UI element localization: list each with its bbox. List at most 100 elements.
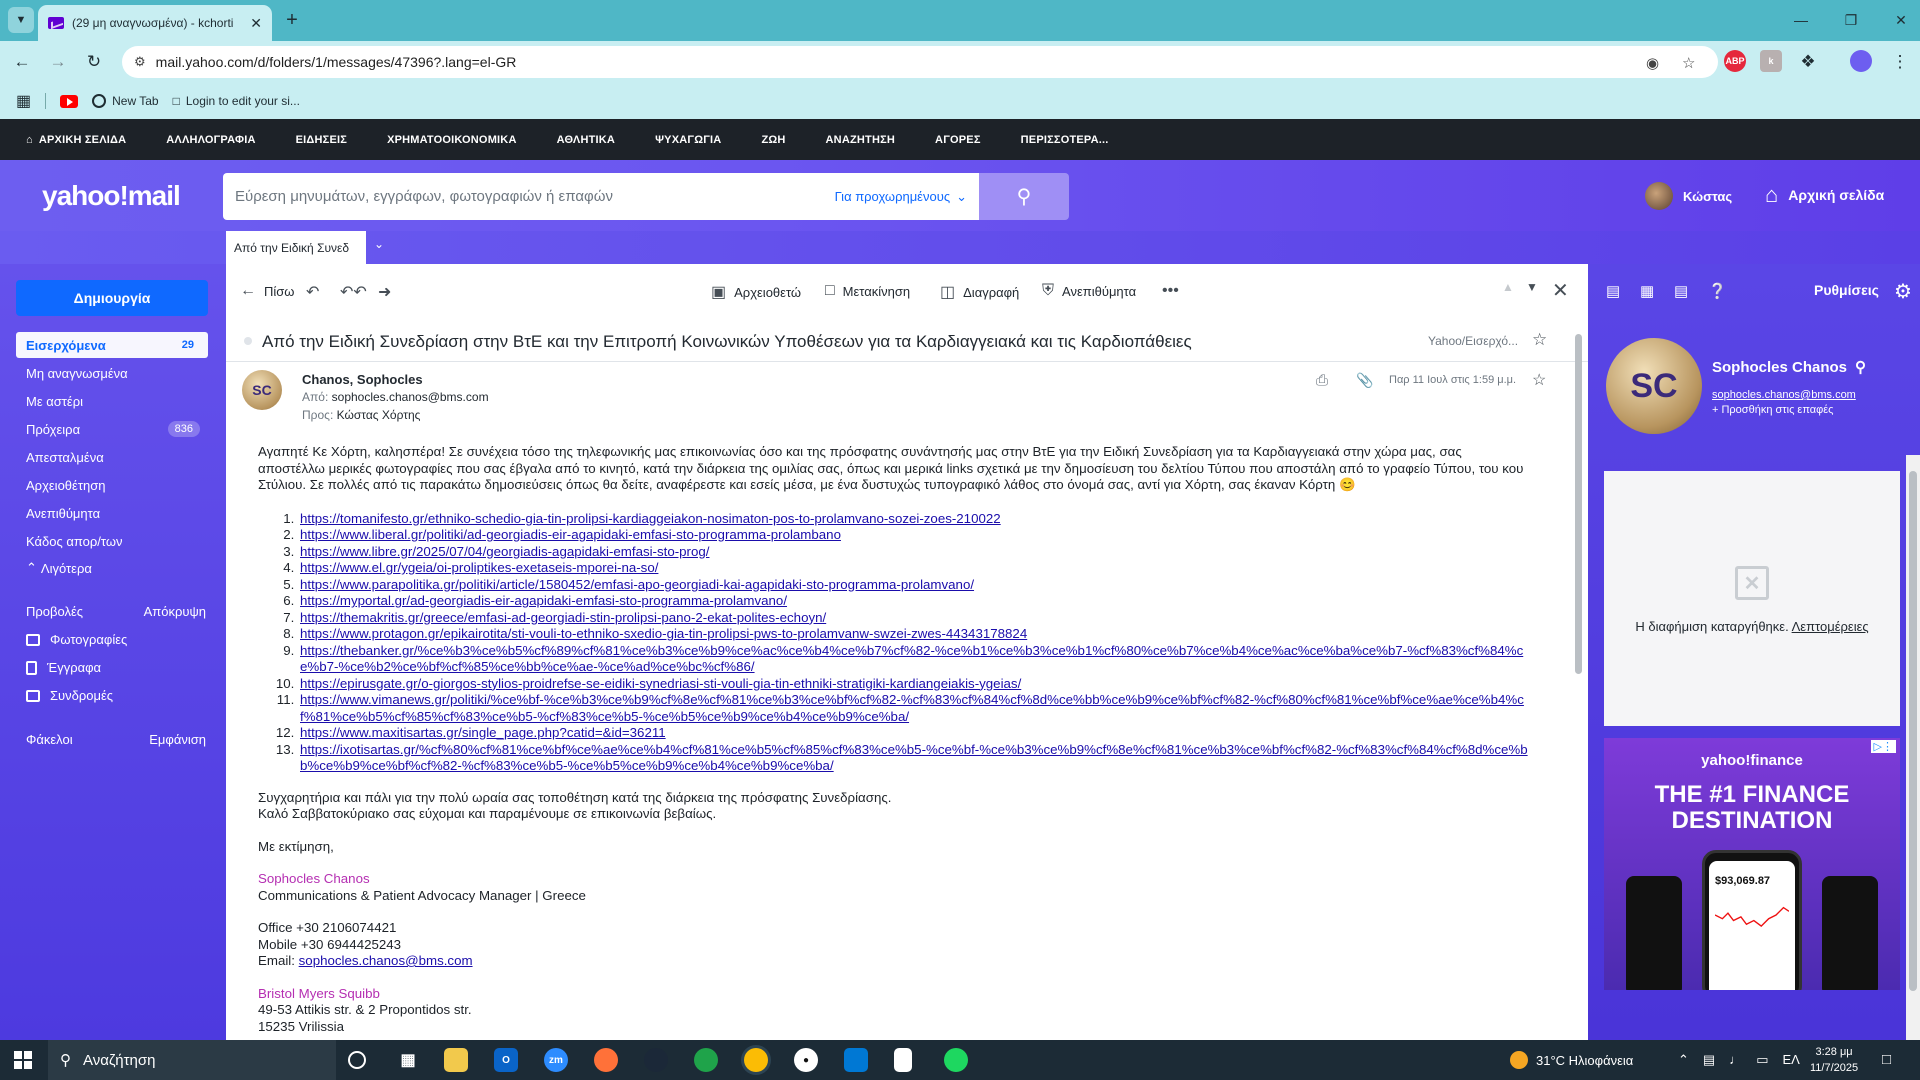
input-language[interactable]: ΕΛ bbox=[1783, 1052, 1800, 1068]
window-minimize-icon[interactable]: — bbox=[1786, 8, 1816, 32]
read-status-dot[interactable] bbox=[244, 337, 252, 345]
press-link[interactable]: https://www.liberal.gr/politiki/ad-georg… bbox=[300, 527, 841, 542]
to-address[interactable]: Κώστας Χόρτης bbox=[337, 408, 421, 422]
site-info-icon[interactable]: ⚙ bbox=[134, 54, 146, 70]
firefox-icon[interactable] bbox=[594, 1048, 618, 1072]
message-folder-label[interactable]: Yahoo/Εισερχό... bbox=[1428, 334, 1518, 348]
archive-button[interactable]: ▣ Αρχειοθετώ bbox=[711, 282, 801, 302]
task-view-icon[interactable]: ▦ bbox=[396, 1048, 420, 1072]
notifications-icon[interactable]: □ bbox=[1882, 1051, 1891, 1068]
window-close-icon[interactable]: ✕ bbox=[1886, 8, 1916, 32]
youtube-icon[interactable] bbox=[60, 94, 79, 108]
press-link[interactable]: https://www.parapolitika.gr/politiki/art… bbox=[300, 577, 974, 592]
press-link[interactable]: https://www.vimanews.gr/politiki/%ce%bf-… bbox=[300, 692, 1524, 724]
press-link[interactable]: https://www.libre.gr/2025/07/04/georgiad… bbox=[300, 544, 709, 559]
nav-entertainment[interactable]: ΨΥΧΑΓΩΓΙΑ bbox=[655, 134, 721, 146]
compose-button[interactable]: Δημιουργία bbox=[16, 280, 208, 316]
eye-off-icon[interactable]: ◉ bbox=[1646, 54, 1659, 72]
volume-icon[interactable]: ♩ bbox=[1729, 1052, 1742, 1068]
contacts-icon[interactable]: ▤ bbox=[1606, 282, 1620, 300]
search-input[interactable] bbox=[235, 188, 835, 205]
forward-button[interactable]: ➜ bbox=[378, 282, 391, 302]
profile-avatar[interactable] bbox=[1850, 50, 1872, 72]
back-arrow-icon[interactable]: ← bbox=[10, 50, 34, 74]
browser-menu-icon[interactable]: ⋮ bbox=[1888, 50, 1912, 74]
open-message-tab[interactable]: Από την Ειδική Συνεδ bbox=[226, 231, 366, 264]
home-link[interactable]: ⌂ Αρχική σελίδα bbox=[1765, 182, 1884, 208]
spam-button[interactable]: ⛨ Ανεπιθύμητα bbox=[1042, 282, 1136, 300]
search-icon[interactable]: ⚲ bbox=[1855, 358, 1866, 376]
notepad-icon[interactable] bbox=[894, 1048, 912, 1072]
taskbar-clock[interactable]: 3:28 μμ 11/7/2025 bbox=[1810, 1044, 1858, 1076]
network-icon[interactable]: ▤ bbox=[1703, 1052, 1715, 1068]
sidebar-item-spam[interactable]: Ανεπιθύμητα bbox=[16, 500, 208, 526]
back-button[interactable]: ← Πίσω bbox=[240, 282, 294, 300]
apps-grid-icon[interactable]: ▦ bbox=[16, 91, 31, 111]
close-message-button[interactable]: ✕ bbox=[1552, 278, 1569, 303]
delete-button[interactable]: ◫ Διαγραφή bbox=[940, 282, 1019, 302]
reload-icon[interactable]: ↻ bbox=[82, 50, 106, 74]
sidebar-less-toggle[interactable]: ⌃ Λιγότερα bbox=[16, 555, 208, 581]
url-field[interactable]: ⚙ mail.yahoo.com/d/folders/1/messages/47… bbox=[122, 46, 1718, 78]
taskbar-weather[interactable]: 31°C Ηλιοφάνεια bbox=[1510, 1051, 1633, 1069]
scrollbar-thumb[interactable] bbox=[1909, 471, 1917, 991]
more-actions-button[interactable]: ••• bbox=[1162, 282, 1179, 300]
tray-chevron-up-icon[interactable]: ⌃ bbox=[1678, 1052, 1689, 1068]
press-link[interactable]: https://www.protagon.gr/epikairotita/sti… bbox=[300, 626, 1027, 641]
press-link[interactable]: https://www.maxitisartas.gr/single_page.… bbox=[300, 725, 666, 740]
file-explorer-icon[interactable] bbox=[444, 1048, 468, 1072]
sidebar-item-unread[interactable]: Μη αναγνωσμένα bbox=[16, 360, 208, 386]
contact-email[interactable]: sophocles.chanos@bms.com bbox=[1712, 389, 1856, 401]
sender-name[interactable]: Chanos, Sophocles bbox=[302, 372, 423, 387]
tab-close-icon[interactable]: ✕ bbox=[250, 15, 262, 32]
adblock-extension-icon[interactable]: ABP bbox=[1724, 50, 1746, 72]
extensions-puzzle-icon[interactable]: ❖ bbox=[1796, 50, 1820, 74]
advanced-search-button[interactable]: Για προχωρημένους ⌄ bbox=[835, 189, 967, 205]
sidebar-item-sent[interactable]: Απεσταλμένα bbox=[16, 444, 208, 470]
bookmark-star-icon[interactable]: ☆ bbox=[1682, 54, 1695, 72]
nav-mail[interactable]: ΑΛΛΗΛΟΓΡΑΦΙΑ bbox=[166, 134, 255, 146]
from-address[interactable]: sophocles.chanos@bms.com bbox=[332, 390, 489, 404]
signature-email-link[interactable]: sophocles.chanos@bms.com bbox=[299, 953, 473, 968]
sidebar-item-trash[interactable]: Κάδος απορ/των bbox=[16, 528, 208, 554]
next-message-button[interactable]: ▼ bbox=[1526, 280, 1538, 294]
reply-button[interactable]: ↶ bbox=[306, 282, 319, 302]
sidebar-item-documents[interactable]: Έγγραφα bbox=[26, 660, 101, 675]
press-link[interactable]: https://ixotisartas.gr/%cf%80%cf%81%ce%b… bbox=[300, 742, 1528, 774]
sidebar-item-drafts[interactable]: Πρόχειρα 836 bbox=[16, 416, 208, 442]
sidebar-item-inbox[interactable]: Εισερχόμενα 29 bbox=[16, 332, 208, 358]
press-link[interactable]: https://epirusgate.gr/o-giorgos-stylios-… bbox=[300, 676, 1021, 691]
calendar-icon[interactable]: ▦ bbox=[1640, 282, 1654, 300]
windows-start-icon[interactable] bbox=[14, 1051, 32, 1069]
store-icon[interactable] bbox=[844, 1048, 868, 1072]
views-hide-button[interactable]: Απόκρυψη bbox=[144, 604, 206, 619]
press-link[interactable]: https://themakritis.gr/greece/emfasi-ad-… bbox=[300, 610, 826, 625]
steam-icon[interactable] bbox=[644, 1048, 668, 1072]
window-restore-icon[interactable]: ❐ bbox=[1836, 8, 1866, 32]
nav-search[interactable]: ΑΝΑΖΗΤΗΣΗ bbox=[826, 134, 896, 146]
sidebar-item-archive[interactable]: Αρχειοθέτηση bbox=[16, 472, 208, 498]
nav-news[interactable]: ΕΙΔΗΣΕΙΣ bbox=[296, 134, 347, 146]
nav-life[interactable]: ΖΩΗ bbox=[761, 134, 785, 146]
nav-finance[interactable]: ΧΡΗΜΑΤΟΟΙΚΟΝΟΜΙΚΑ bbox=[387, 134, 517, 146]
nav-more[interactable]: ΠΕΡΙΣΣΟΤΕΡΑ... bbox=[1021, 134, 1109, 146]
rail-scrollbar[interactable] bbox=[1906, 455, 1920, 1040]
scrollbar-thumb[interactable] bbox=[1575, 334, 1582, 674]
cortana-icon[interactable] bbox=[348, 1051, 366, 1069]
new-tab-plus-icon[interactable]: + bbox=[280, 8, 304, 32]
taskbar-search[interactable]: ⚲ Αναζήτηση bbox=[48, 1040, 336, 1080]
outlook-icon[interactable]: O bbox=[494, 1048, 518, 1072]
battery-icon[interactable]: ▭ bbox=[1756, 1052, 1768, 1068]
add-to-contacts-link[interactable]: + Προσθήκη στις επαφές bbox=[1712, 404, 1833, 416]
zoom-icon[interactable]: zm bbox=[544, 1048, 568, 1072]
folders-show-button[interactable]: Εμφάνιση bbox=[149, 732, 206, 747]
sidebar-item-photos[interactable]: Φωτογραφίες bbox=[26, 632, 127, 647]
chevron-down-icon[interactable]: ⌄ bbox=[374, 237, 384, 251]
gear-icon[interactable]: ⚙ bbox=[1894, 279, 1912, 304]
browser-tab-active[interactable]: (29 μη αναγνωσμένα) - kchorti ✕ bbox=[38, 5, 272, 41]
notepad-icon[interactable]: ▤ bbox=[1674, 282, 1688, 300]
nav-home[interactable]: ⌂ ΑΡΧΙΚΗ ΣΕΛΙΔΑ bbox=[26, 134, 126, 146]
sidebar-item-starred[interactable]: Με αστέρι bbox=[16, 388, 208, 414]
gamepad-icon[interactable]: ● bbox=[794, 1048, 818, 1072]
forward-arrow-icon[interactable]: → bbox=[46, 50, 70, 74]
